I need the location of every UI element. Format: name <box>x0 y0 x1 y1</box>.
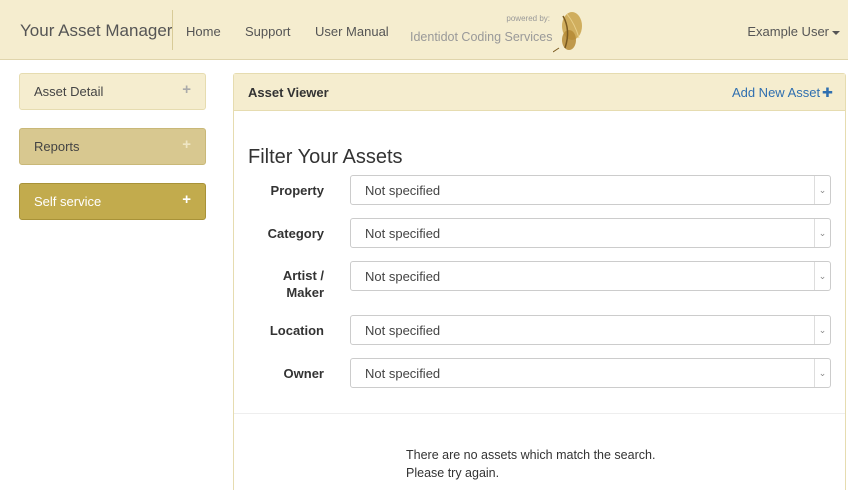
artist-maker-select-value: Not specified <box>365 269 441 284</box>
sidebar-item-self-service[interactable]: Self service + <box>19 183 206 220</box>
sidebar-item-reports[interactable]: Reports + <box>19 128 206 165</box>
location-select-value: Not specified <box>365 323 441 338</box>
property-select[interactable]: Not specified ⌄ <box>350 175 831 205</box>
location-select[interactable]: Not specified ⌄ <box>350 315 831 345</box>
asset-viewer-panel: Asset Viewer Add New Asset ✚ Filter Your … <box>233 73 846 490</box>
property-select-value: Not specified <box>365 183 441 198</box>
plus-icon: ✚ <box>822 85 833 100</box>
category-label: Category <box>267 226 324 241</box>
chevron-down-icon: ⌄ <box>814 176 830 204</box>
filter-heading: Filter Your Assets <box>248 146 403 168</box>
sidebar-item-label: Self service <box>34 194 102 209</box>
add-new-asset-label: Add New Asset <box>731 85 821 100</box>
chevron-down-icon: ⌄ <box>814 316 830 344</box>
chevron-down-icon: ⌄ <box>814 262 830 290</box>
artist-maker-select[interactable]: Not specified ⌄ <box>350 261 831 291</box>
owner-select[interactable]: Not specified ⌄ <box>350 358 831 388</box>
owner-label: Owner <box>283 366 324 381</box>
butterfly-logo-icon <box>553 12 582 53</box>
user-menu-dropdown[interactable]: Example User <box>747 24 840 39</box>
no-results-message: There are no assets which match the sear… <box>406 446 655 482</box>
nav-home-link[interactable]: Home <box>186 24 221 39</box>
panel-header: Asset Viewer Add New Asset ✚ <box>234 74 845 111</box>
property-label: Property <box>270 183 324 198</box>
artist-maker-label: Artist / Maker <box>282 268 324 300</box>
sidebar-item-asset-detail[interactable]: Asset Detail + <box>19 73 206 110</box>
owner-select-value: Not specified <box>365 366 441 381</box>
powered-by-company: Identidot Coding Services <box>410 30 553 44</box>
results-divider <box>234 413 845 414</box>
plus-icon: + <box>182 191 191 208</box>
panel-title: Asset Viewer <box>248 85 329 100</box>
nav-user-manual-link[interactable]: User Manual <box>315 24 389 39</box>
location-label: Location <box>269 323 324 338</box>
chevron-down-icon: ⌄ <box>814 219 830 247</box>
category-select-value: Not specified <box>365 226 441 241</box>
chevron-down-icon: ⌄ <box>814 359 830 387</box>
sidebar-item-label: Reports <box>34 139 80 154</box>
powered-by-label: powered by: <box>506 14 550 23</box>
brand-divider <box>172 10 173 50</box>
plus-icon: + <box>182 136 191 153</box>
brand-title[interactable]: Your Asset Manager <box>20 21 172 41</box>
caret-down-icon <box>832 30 840 35</box>
nav-support-link[interactable]: Support <box>245 24 291 39</box>
plus-icon: + <box>182 81 191 98</box>
category-select[interactable]: Not specified ⌄ <box>350 218 831 248</box>
top-navbar: Your Asset Manager Home Support User Man… <box>0 0 848 60</box>
sidebar-item-label: Asset Detail <box>34 84 104 99</box>
user-name: Example User <box>747 24 829 39</box>
add-new-asset-link[interactable]: Add New Asset ✚ <box>732 85 833 101</box>
no-results-line-2: Please try again. <box>406 466 500 480</box>
no-results-line-1: There are no assets which match the sear… <box>406 448 656 462</box>
